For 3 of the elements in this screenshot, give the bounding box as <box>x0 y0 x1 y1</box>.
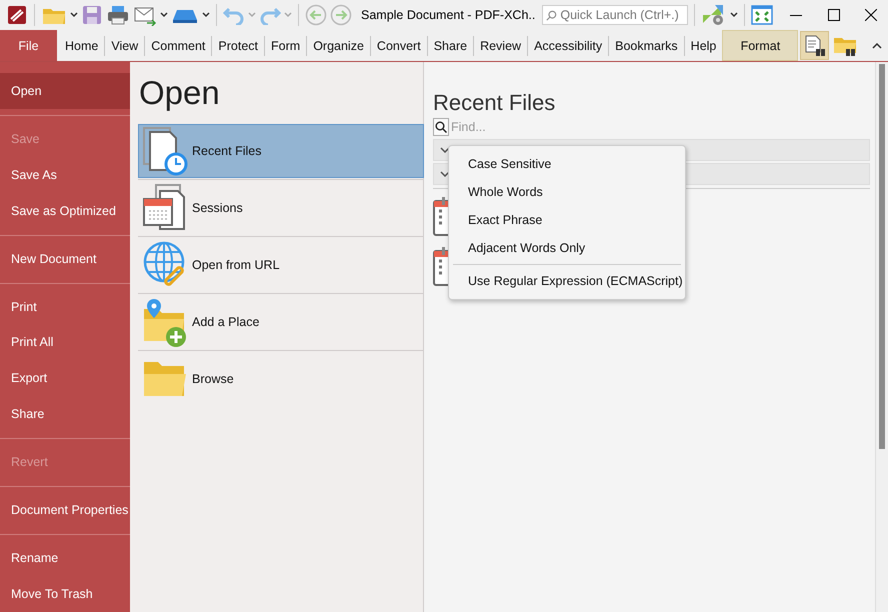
panel-title: Recent Files <box>433 90 556 117</box>
window-title: Sample Document - PDF-XCh.. <box>361 8 536 22</box>
panel-title: Open <box>138 74 221 113</box>
